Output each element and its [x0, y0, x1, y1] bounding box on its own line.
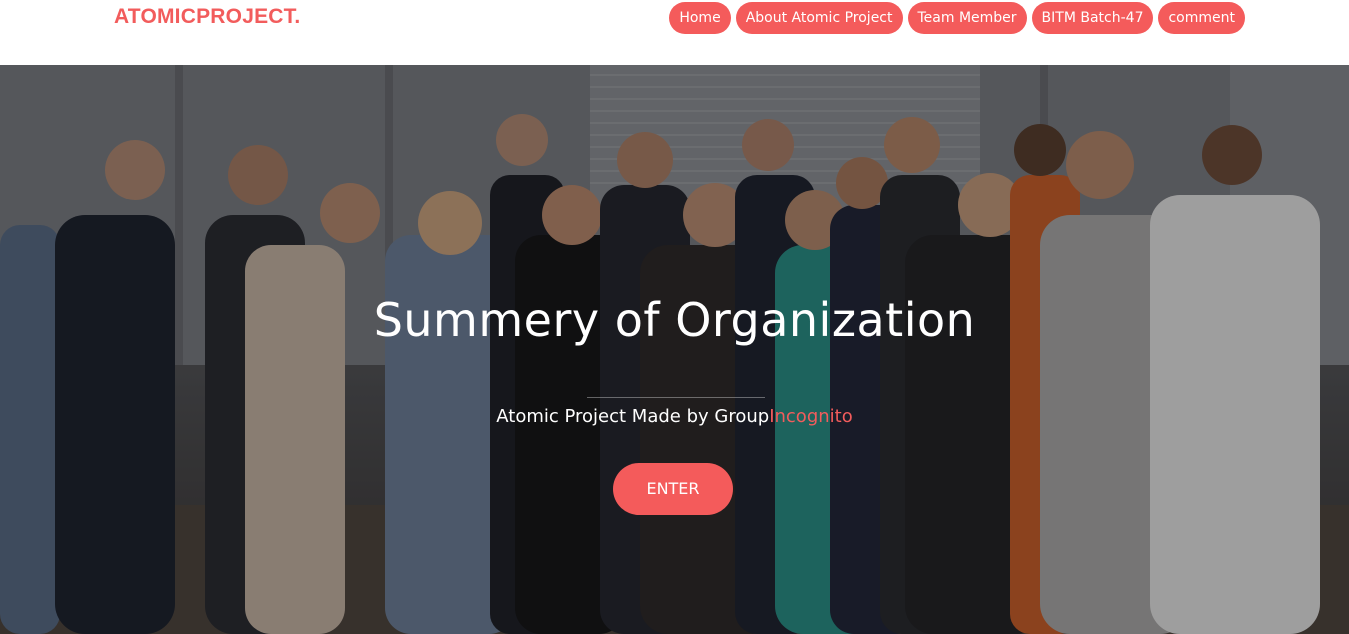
hero-section: Summery of Organization Atomic Project M… — [0, 65, 1349, 634]
site-header: ATOMICPROJECT. Home About Atomic Project… — [0, 0, 1349, 65]
nav-bitm-batch[interactable]: BITM Batch-47 — [1031, 2, 1154, 34]
brand-logo-link[interactable]: ATOMICPROJECT. — [114, 5, 300, 29]
hero-subtitle: Atomic Project Made by GroupIncognito — [0, 406, 1349, 427]
hero-dark-overlay — [0, 65, 1349, 634]
hero-subtitle-prefix: Atomic Project Made by Group — [496, 406, 770, 427]
hero-divider — [587, 397, 765, 398]
nav-about-atomic-project[interactable]: About Atomic Project — [735, 2, 903, 34]
enter-button[interactable]: ENTER — [613, 463, 733, 515]
main-nav: Home About Atomic Project Team Member BI… — [669, 2, 1245, 34]
nav-home[interactable]: Home — [669, 2, 731, 34]
hero-subtitle-accent: Incognito — [769, 406, 853, 427]
nav-team-member[interactable]: Team Member — [907, 2, 1027, 34]
hero-title: Summery of Organization — [373, 293, 976, 347]
nav-comment[interactable]: comment — [1158, 2, 1245, 34]
